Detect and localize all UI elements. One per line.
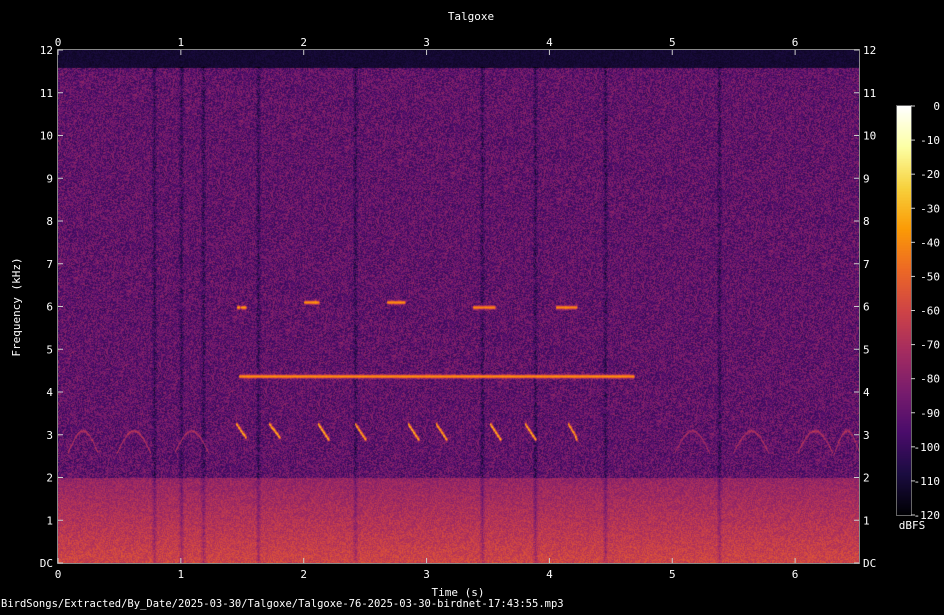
x-tick-label-bottom: 3 — [423, 568, 430, 581]
y-tick-label-right: 8 — [863, 215, 870, 228]
y-tick-label-right: 12 — [863, 44, 876, 57]
y-axis-label: Frequency (kHz) — [10, 257, 23, 356]
x-tick-label-bottom: 0 — [55, 568, 62, 581]
x-tick-label-top: 2 — [300, 36, 307, 49]
spectrogram-heatmap — [58, 50, 859, 563]
x-tick-label-bottom: 1 — [178, 568, 185, 581]
y-tick-label-left: 9 — [46, 172, 53, 185]
y-tick-label-left: 3 — [46, 429, 53, 442]
y-tick-label-left: 6 — [46, 301, 53, 314]
y-tick-label-left: 11 — [40, 87, 53, 100]
y-tick-label-left: 2 — [46, 472, 53, 485]
colorbar-tick-label: 0 — [933, 100, 940, 113]
file-path: BirdSongs/Extracted/By_Date/2025-03-30/T… — [1, 598, 564, 610]
y-tick-label-left: DC — [40, 557, 53, 570]
colorbar-tick-label: -20 — [920, 168, 940, 181]
colorbar-tick-label: -90 — [920, 407, 940, 420]
y-tick-label-left: 8 — [46, 215, 53, 228]
x-tick-label-top: 5 — [669, 36, 676, 49]
x-tick-label-top: 6 — [792, 36, 799, 49]
y-tick-label-right: 10 — [863, 130, 876, 143]
colorbar-tick-label: -60 — [920, 305, 940, 318]
chart-title: Talgoxe — [448, 10, 494, 23]
colorbar-tick-label: -10 — [920, 134, 940, 147]
y-tick-label-left: 12 — [40, 44, 53, 57]
y-tick-label-right: 4 — [863, 386, 870, 399]
y-tick-label-right: 9 — [863, 172, 870, 185]
x-tick-label-bottom: 4 — [546, 568, 553, 581]
y-tick-label-right: 3 — [863, 429, 870, 442]
x-tick-label-bottom: 6 — [792, 568, 799, 581]
colorbar-tick-label: -100 — [914, 441, 941, 454]
y-tick-label-right: 7 — [863, 258, 870, 271]
y-tick-label-right: 6 — [863, 301, 870, 314]
x-tick-label-top: 1 — [178, 36, 185, 49]
y-tick-label-right: DC — [863, 557, 876, 570]
colorbar — [897, 106, 911, 515]
y-tick-label-left: 1 — [46, 514, 53, 527]
colorbar-ticks: 0-10-20-30-40-50-60-70-80-90-100-110-120 — [911, 100, 940, 522]
colorbar-tick-label: -80 — [920, 373, 940, 386]
x-tick-label-top: 4 — [546, 36, 553, 49]
x-tick-label-bottom: 2 — [300, 568, 307, 581]
colorbar-tick-label: -110 — [914, 475, 941, 488]
x-tick-label-top: 3 — [423, 36, 430, 49]
spectrogram-figure: Talgoxe 0 0 1 1 2 2 3 3 4 4 5 5 6 6 DC DC 1 1 2 2 3 3 4 4 5 5 6 6 7 7… — [0, 0, 944, 611]
colorbar-tick-label: -70 — [920, 339, 940, 352]
y-tick-label-right: 2 — [863, 472, 870, 485]
y-tick-label-left: 5 — [46, 343, 53, 356]
colorbar-tick-label: -50 — [920, 270, 940, 283]
spectrogram-chart: Talgoxe 00112233445566DC DC1 12 23 34 45 56 67 7… — [1, 10, 940, 610]
y-tick-label-left: 10 — [40, 130, 53, 143]
x-tick-label-top: 0 — [55, 36, 62, 49]
y-tick-label-right: 5 — [863, 343, 870, 356]
y-tick-label-right: 11 — [863, 87, 876, 100]
x-tick-label-bottom: 5 — [669, 568, 676, 581]
colorbar-label: dBFS — [899, 519, 926, 532]
colorbar-tick-label: -30 — [920, 202, 940, 215]
y-tick-label-left: 7 — [46, 258, 53, 271]
y-tick-label-right: 1 — [863, 514, 870, 527]
y-tick-label-left: 4 — [46, 386, 53, 399]
colorbar-tick-label: -40 — [920, 236, 940, 249]
